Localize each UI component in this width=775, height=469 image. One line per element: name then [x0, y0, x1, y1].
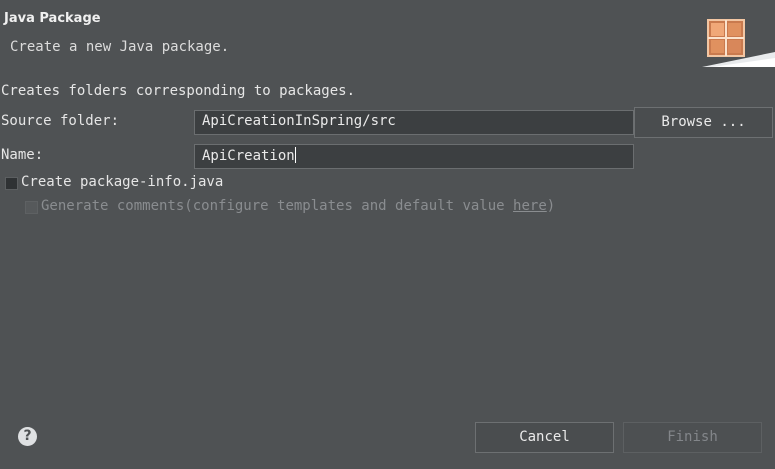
name-label: Name: — [1, 147, 44, 163]
source-folder-label: Source folder: — [1, 113, 120, 129]
package-name-field[interactable]: ApiCreation — [194, 144, 634, 169]
dialog-description: Creates folders corresponding to package… — [1, 83, 356, 99]
source-folder-field[interactable]: ApiCreationInSpring/src — [194, 110, 634, 135]
dialog-title: Java Package — [4, 11, 101, 26]
generate-comments-middle: (configure templates and default value — [184, 198, 514, 214]
generate-comments-suffix: ) — [546, 198, 556, 214]
generate-comments-checkbox — [25, 201, 38, 214]
cancel-button[interactable]: Cancel — [475, 422, 614, 453]
generate-comments-prefix: Generate comments — [41, 198, 185, 214]
dialog-subtitle: Create a new Java package. — [10, 39, 230, 55]
text-caret — [294, 147, 296, 163]
create-package-info-label[interactable]: Create package-info.java — [21, 174, 223, 190]
package-banner-icon — [702, 19, 775, 67]
browse-button[interactable]: Browse ... — [634, 107, 773, 138]
generate-comments-label: Generate comments(configure templates an… — [41, 198, 555, 214]
create-package-info-checkbox[interactable] — [5, 177, 18, 190]
finish-button: Finish — [623, 422, 762, 453]
help-icon[interactable]: ? — [18, 427, 37, 446]
package-name-value: ApiCreation — [202, 148, 295, 164]
configure-templates-link[interactable]: here — [513, 198, 547, 214]
